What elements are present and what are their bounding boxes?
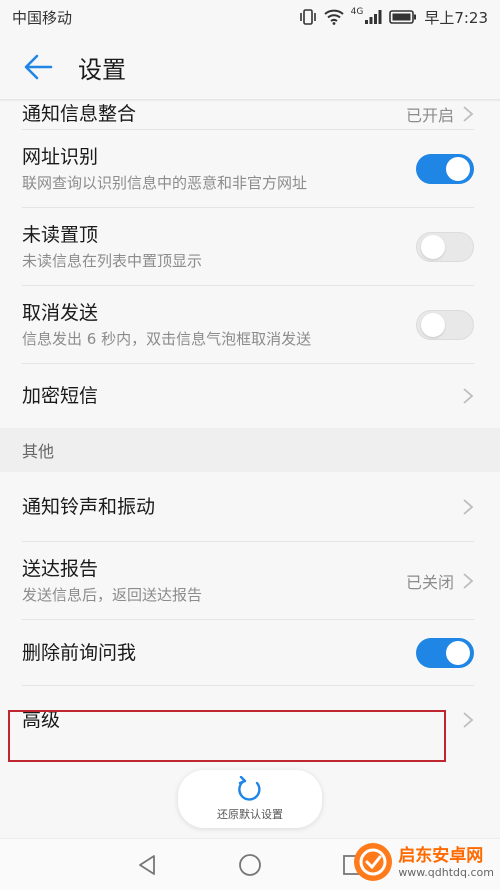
battery-icon: [389, 10, 417, 24]
setting-cancel-send[interactable]: 取消发送 信息发出 6 秒内，双击信息气泡框取消发送: [0, 286, 500, 364]
cancel-send-toggle[interactable]: [416, 310, 474, 340]
setting-title: 通知铃声和振动: [22, 496, 156, 518]
network-type-label: 4G: [350, 6, 364, 17]
setting-texts: 删除前询问我: [22, 641, 136, 665]
setting-url-recognition[interactable]: 网址识别 联网查询以识别信息中的恶意和非官方网址: [0, 130, 500, 208]
back-arrow-icon: [24, 54, 53, 80]
setting-texts: 送达报告 发送信息后，返回送达报告: [22, 557, 202, 605]
unread-pin-toggle[interactable]: [416, 232, 474, 262]
setting-value: 已开启: [405, 106, 454, 125]
setting-title: 网址识别: [22, 146, 99, 168]
setting-value: 已关闭: [405, 573, 454, 592]
setting-ask-before-delete[interactable]: 删除前询问我: [0, 620, 500, 686]
toggle-knob: [421, 235, 445, 259]
setting-ringtone-vibration[interactable]: 通知铃声和振动: [0, 472, 500, 542]
setting-title: 送达报告: [22, 558, 99, 580]
setting-title: 取消发送: [22, 302, 99, 324]
setting-delivery-report[interactable]: 送达报告 发送信息后，返回送达报告 已关闭: [0, 542, 500, 620]
toggle-knob: [421, 313, 445, 337]
chevron-right-icon: [463, 388, 474, 404]
setting-subtitle: 未读信息在列表中置顶显示: [22, 252, 203, 270]
chevron-right-icon: [463, 573, 474, 589]
signal-icon: [365, 10, 382, 24]
vibrate-icon: [299, 9, 316, 25]
setting-notification-merge[interactable]: 通知信息整合 已开启: [0, 100, 500, 130]
setting-right: [462, 711, 474, 729]
setting-right: 已开启: [406, 102, 474, 126]
page-title: 设置: [78, 55, 126, 84]
back-button[interactable]: [6, 34, 70, 100]
site-watermark: 启东安卓网 www.qdhtdq.com: [353, 842, 494, 882]
url-recognition-toggle[interactable]: [416, 154, 474, 184]
section-header-other: 其他: [0, 428, 500, 472]
clock-label: 早上7:23: [424, 8, 488, 27]
status-bar: 中国移动 4G 早上7:23: [0, 0, 500, 34]
nav-home-icon[interactable]: [238, 853, 262, 877]
wifi-icon: [323, 9, 344, 25]
reset-defaults-button[interactable]: 还原默认设置: [178, 770, 322, 828]
status-icons: 4G 早上7:23: [299, 7, 488, 28]
advanced-highlight-box: [8, 710, 446, 762]
nav-back-icon[interactable]: [136, 853, 158, 877]
watermark-logo-icon: [354, 843, 393, 881]
setting-texts: 取消发送 信息发出 6 秒内，双击信息气泡框取消发送: [22, 301, 311, 349]
restore-icon: [238, 776, 261, 801]
setting-unread-pin[interactable]: 未读置顶 未读信息在列表中置顶显示: [0, 208, 500, 286]
setting-texts: 未读置顶 未读信息在列表中置顶显示: [22, 223, 202, 271]
toggle-knob: [446, 157, 470, 181]
setting-right: [462, 387, 474, 405]
setting-right: [462, 498, 474, 516]
setting-title: 加密短信: [22, 385, 99, 407]
setting-right: 已关闭: [406, 569, 474, 593]
watermark-name: 启东安卓网: [398, 845, 484, 866]
setting-title: 未读置顶: [22, 224, 99, 246]
setting-texts: 通知铃声和振动: [22, 495, 155, 519]
chevron-right-icon: [463, 499, 474, 515]
app-bar: 设置: [0, 34, 500, 100]
chevron-right-icon: [463, 712, 474, 728]
setting-texts: 通知信息整合: [22, 102, 136, 126]
setting-title: 通知信息整合: [22, 103, 137, 125]
setting-texts: 网址识别 联网查询以识别信息中的恶意和非官方网址: [22, 145, 307, 193]
settings-list: 通知信息整合 已开启 网址识别 联网查询以识别信息中的恶意和非官方网址 未读置顶…: [0, 100, 500, 754]
chevron-right-icon: [463, 106, 474, 122]
watermark-text: 启东安卓网 www.qdhtdq.com: [398, 846, 494, 879]
setting-title: 删除前询问我: [22, 642, 137, 664]
setting-subtitle: 联网查询以识别信息中的恶意和非官方网址: [22, 174, 308, 192]
setting-subtitle: 信息发出 6 秒内，双击信息气泡框取消发送: [22, 330, 312, 348]
watermark-url: www.qdhtdq.com: [398, 865, 494, 879]
reset-defaults-label: 还原默认设置: [217, 808, 283, 821]
setting-encrypted-sms[interactable]: 加密短信: [0, 364, 500, 428]
carrier-label: 中国移动: [12, 8, 73, 27]
setting-texts: 加密短信: [22, 384, 98, 408]
setting-subtitle: 发送信息后，返回送达报告: [22, 586, 203, 604]
ask-before-delete-toggle[interactable]: [416, 638, 474, 668]
toggle-knob: [446, 641, 470, 665]
